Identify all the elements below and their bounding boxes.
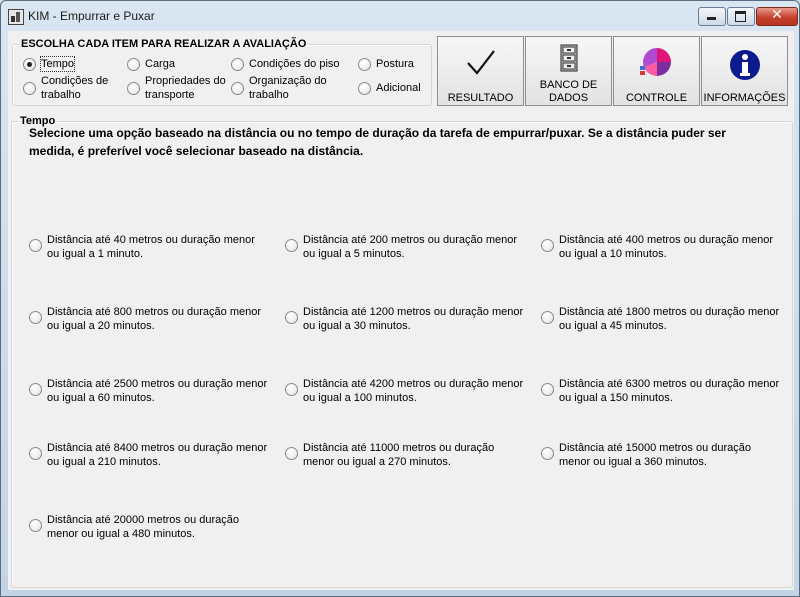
item-radio-condicoes-piso[interactable]: Condições do piso [231, 57, 340, 71]
option-radio-200m[interactable]: Distância até 200 metros ou duração meno… [285, 233, 525, 261]
radio-circle[interactable] [23, 58, 36, 71]
option-label: Distância até 800 metros ou duração meno… [47, 306, 262, 332]
option-radio-40m[interactable]: Distância até 40 metros ou duração menor… [29, 233, 269, 261]
item-label: Organização do trabalho [249, 75, 327, 101]
option-label: Distância até 20000 metros ou duração me… [47, 514, 240, 540]
item-label: Condições de trabalho [41, 75, 109, 101]
radio-circle[interactable] [29, 239, 42, 252]
item-label: Postura [376, 58, 414, 70]
radio-circle[interactable] [285, 239, 298, 252]
option-radio-400m[interactable]: Distância até 400 metros ou duração meno… [541, 233, 781, 261]
instruction-text: Selecione uma opção baseado na distância… [29, 126, 726, 158]
radio-circle[interactable] [541, 311, 554, 324]
radio-circle[interactable] [285, 447, 298, 460]
option-label: Distância até 2500 metros ou duração men… [47, 378, 268, 404]
controle-label: CONTROLE [625, 92, 688, 104]
radio-circle[interactable] [29, 519, 42, 532]
controle-button[interactable]: CONTROLE [613, 36, 700, 106]
radio-circle[interactable] [127, 58, 140, 71]
resultado-label: RESULTADO [447, 92, 514, 104]
radio-circle[interactable] [358, 58, 371, 71]
option-label: Distância até 6300 metros ou duração men… [559, 378, 780, 404]
item-label: Condições do piso [249, 58, 340, 70]
item-radio-carga[interactable]: Carga [127, 57, 175, 71]
option-radio-1200m[interactable]: Distância até 1200 metros ou duração men… [285, 305, 525, 333]
radio-circle[interactable] [127, 82, 140, 95]
option-radio-20000m[interactable]: Distância até 20000 metros ou duração me… [29, 513, 269, 541]
option-radio-800m[interactable]: Distância até 800 metros ou duração meno… [29, 305, 269, 333]
radio-circle[interactable] [541, 383, 554, 396]
app-window: KIM - Empurrar e Puxar ✕ ESCOLHA CADA IT… [0, 0, 800, 597]
option-radio-4200m[interactable]: Distância até 4200 metros ou duração men… [285, 377, 525, 405]
option-radio-6300m[interactable]: Distância até 6300 metros ou duração men… [541, 377, 781, 405]
pie-chart-icon [639, 48, 671, 76]
option-radio-15000m[interactable]: Distância até 15000 metros ou duração me… [541, 441, 781, 469]
radio-circle[interactable] [29, 447, 42, 460]
radio-circle[interactable] [541, 239, 554, 252]
option-label: Distância até 8400 metros ou duração men… [47, 442, 268, 468]
radio-circle[interactable] [231, 58, 244, 71]
title-bar[interactable]: KIM - Empurrar e Puxar ✕ [1, 1, 799, 31]
minimize-button[interactable] [698, 7, 726, 26]
item-label: Tempo [39, 56, 76, 72]
option-label: Distância até 200 metros ou duração meno… [303, 234, 518, 260]
choose-items-title: ESCOLHA CADA ITEM PARA REALIZAR A AVALIA… [21, 38, 307, 50]
item-radio-condicoes-trabalho[interactable]: Condições de trabalho [23, 74, 113, 102]
info-icon [729, 50, 760, 80]
option-label: Distância até 1800 metros ou duração men… [559, 306, 780, 332]
radio-circle[interactable] [29, 383, 42, 396]
option-label: Distância até 4200 metros ou duração men… [303, 378, 524, 404]
close-icon: ✕ [771, 7, 783, 23]
item-radio-propriedades-transporte[interactable]: Propriedades do transporte [127, 74, 227, 102]
item-radio-adicional[interactable]: Adicional [358, 81, 421, 95]
informacoes-button[interactable]: INFORMAÇÕES [701, 36, 788, 106]
item-radio-organizacao-trabalho[interactable]: Organização do trabalho [231, 74, 341, 102]
option-label: Distância até 1200 metros ou duração men… [303, 306, 524, 332]
item-radio-tempo[interactable]: Tempo [23, 56, 76, 72]
option-radio-8400m[interactable]: Distância até 8400 metros ou duração men… [29, 441, 269, 469]
item-label: Propriedades do transporte [145, 75, 226, 101]
app-icon[interactable] [8, 9, 24, 25]
close-button[interactable]: ✕ [756, 7, 798, 26]
option-label: Distância até 400 metros ou duração meno… [559, 234, 774, 260]
item-radio-postura[interactable]: Postura [358, 57, 414, 71]
maximize-button[interactable] [727, 7, 755, 26]
file-cabinet-icon [560, 44, 577, 72]
item-label: Carga [145, 58, 175, 70]
radio-circle[interactable] [285, 311, 298, 324]
option-radio-2500m[interactable]: Distância até 2500 metros ou duração men… [29, 377, 269, 405]
option-label: Distância até 40 metros ou duração menor… [47, 234, 255, 260]
checkmark-icon [466, 50, 495, 75]
option-radio-1800m[interactable]: Distância até 1800 metros ou duração men… [541, 305, 781, 333]
window-title: KIM - Empurrar e Puxar [28, 9, 155, 23]
radio-circle[interactable] [23, 82, 36, 95]
banco-de-dados-label: BANCO DE DADOS [539, 79, 598, 104]
radio-circle[interactable] [285, 383, 298, 396]
option-radio-11000m[interactable]: Distância até 11000 metros ou duração me… [285, 441, 525, 469]
radio-circle[interactable] [358, 82, 371, 95]
radio-circle[interactable] [541, 447, 554, 460]
radio-circle[interactable] [231, 82, 244, 95]
informacoes-label: INFORMAÇÕES [703, 92, 786, 104]
radio-circle[interactable] [29, 311, 42, 324]
item-label: Adicional [376, 82, 421, 94]
resultado-button[interactable]: RESULTADO [437, 36, 524, 106]
banco-de-dados-button[interactable]: BANCO DE DADOS [525, 36, 612, 106]
option-label: Distância até 11000 metros ou duração me… [303, 442, 495, 468]
option-label: Distância até 15000 metros ou duração me… [559, 442, 752, 468]
